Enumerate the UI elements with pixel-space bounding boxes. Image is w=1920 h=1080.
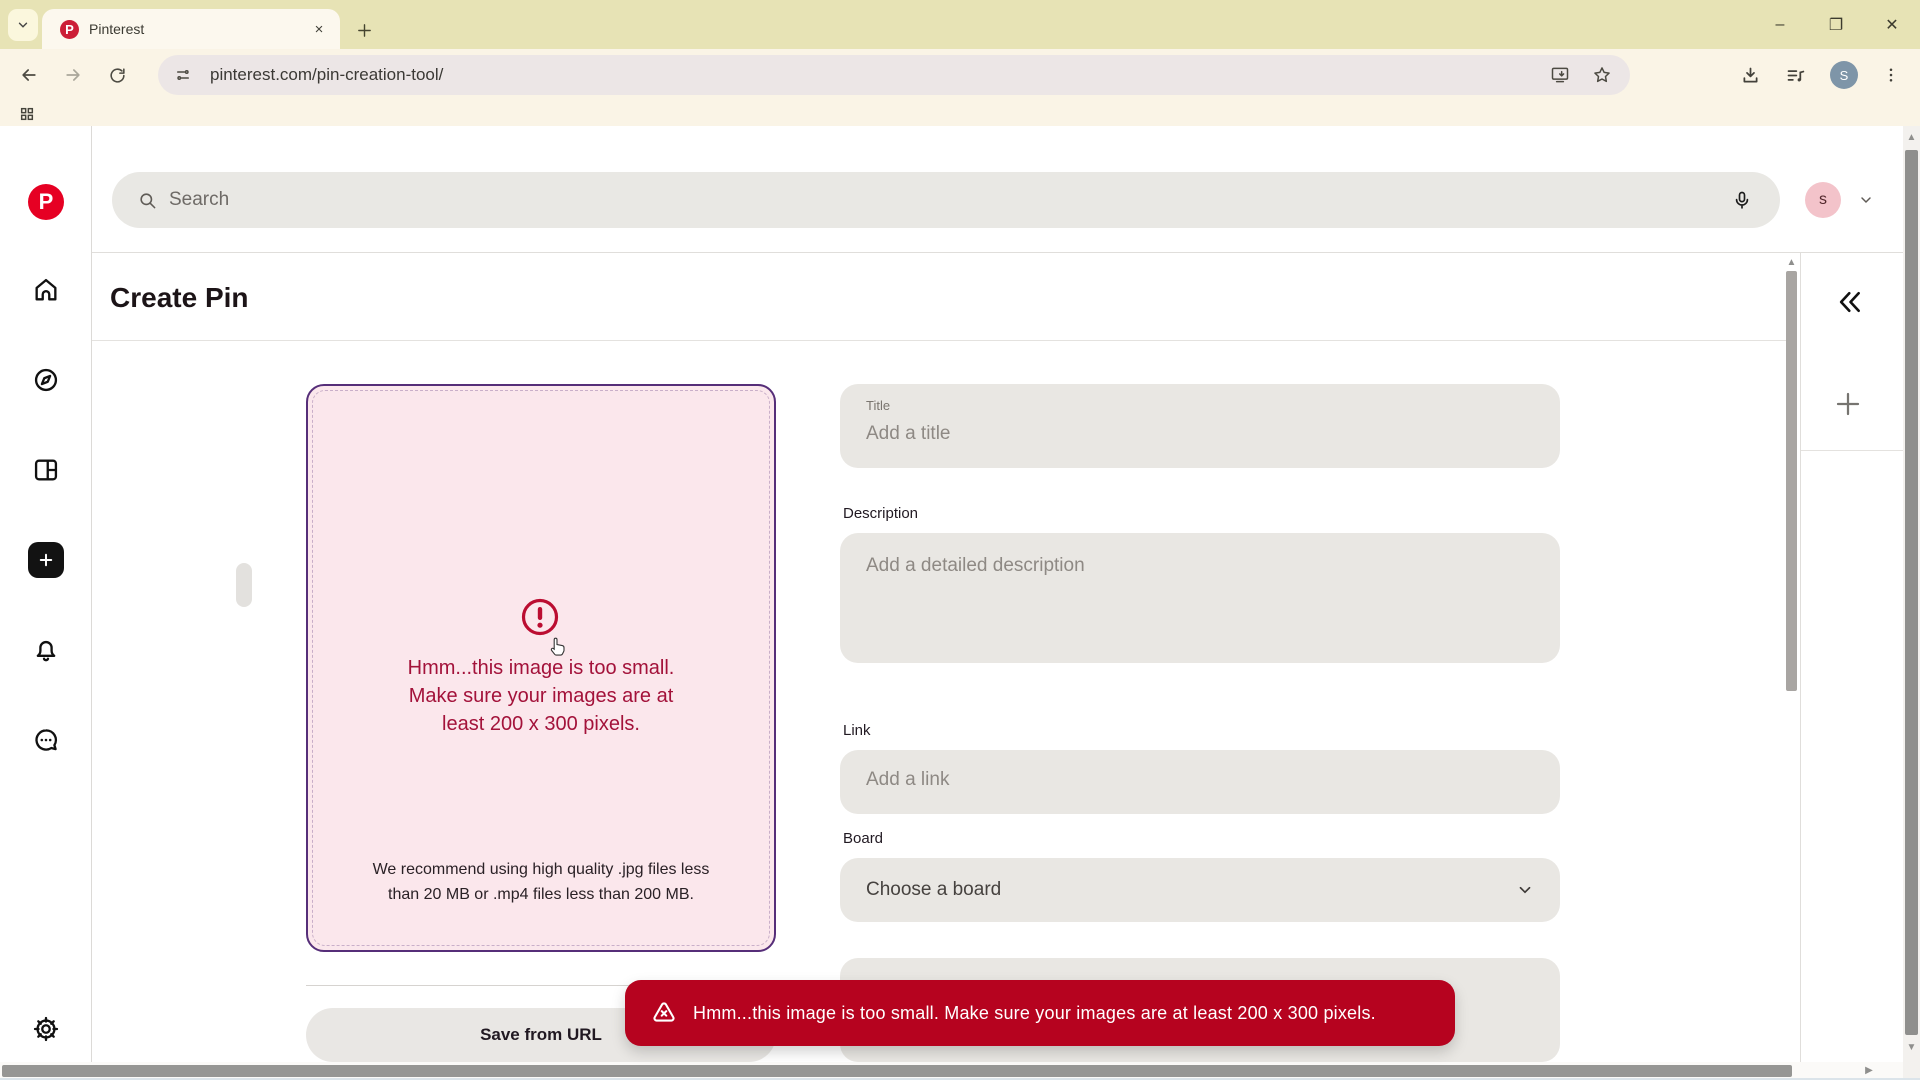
right-side-panel xyxy=(1800,253,1903,1064)
board-select-value: Choose a board xyxy=(866,879,1001,901)
upload-hint-line: We recommend using high quality .jpg fil… xyxy=(306,861,776,879)
media-controls-icon[interactable] xyxy=(1785,65,1806,86)
scroll-down-arrow[interactable]: ▼ xyxy=(1905,1042,1918,1054)
page-title: Create Pin xyxy=(110,282,249,314)
browser-profile-avatar[interactable]: S xyxy=(1830,61,1858,89)
window-close-button[interactable]: ✕ xyxy=(1878,12,1906,38)
tab-title: Pinterest xyxy=(89,21,310,37)
pinterest-logo-icon: P xyxy=(28,184,64,220)
header-divider xyxy=(92,252,1903,253)
warning-triangle-icon xyxy=(651,1000,677,1026)
description-field[interactable]: Add a detailed description xyxy=(840,533,1560,663)
title-field-placeholder: Add a title xyxy=(866,423,1534,445)
link-label: Link xyxy=(843,722,1143,739)
panel-add-icon[interactable] xyxy=(1830,386,1866,422)
scroll-up-arrow[interactable]: ▲ xyxy=(1905,132,1918,144)
upload-hint-line: than 20 MB or .mp4 files less than 200 M… xyxy=(306,886,776,904)
board-select[interactable]: Choose a board xyxy=(840,858,1560,922)
error-text-line: least 200 x 300 pixels. xyxy=(306,713,776,736)
description-placeholder: Add a detailed description xyxy=(866,555,1534,577)
pinterest-favicon-icon: P xyxy=(60,20,79,39)
nav-create-icon[interactable] xyxy=(0,536,92,584)
install-app-icon[interactable] xyxy=(1550,65,1570,85)
bookmark-star-icon[interactable] xyxy=(1592,65,1612,85)
title-divider xyxy=(92,340,1786,341)
close-tab-icon[interactable]: × xyxy=(310,20,328,38)
search-input[interactable]: Search xyxy=(112,172,1780,228)
back-button[interactable] xyxy=(12,58,46,92)
inner-scrollbar-thumb[interactable] xyxy=(1786,271,1797,691)
site-info-icon[interactable] xyxy=(174,66,192,84)
error-exclamation-icon xyxy=(520,597,560,637)
user-avatar[interactable]: s xyxy=(1805,182,1841,218)
account-chevron-down-icon[interactable] xyxy=(1852,190,1880,210)
address-bar[interactable]: pinterest.com/pin-creation-tool/ xyxy=(158,55,1630,95)
window-minimize-button[interactable]: – xyxy=(1766,12,1794,38)
tab-search-button[interactable] xyxy=(8,9,38,41)
new-tab-button[interactable] xyxy=(350,16,378,44)
horizontal-scrollbar-thumb[interactable] xyxy=(2,1065,1792,1077)
nav-explore-icon[interactable] xyxy=(0,356,92,404)
error-text-line: Hmm...this image is too small. xyxy=(306,657,776,680)
downloads-icon[interactable] xyxy=(1740,65,1761,86)
browser-tab-pinterest[interactable]: P Pinterest × xyxy=(42,9,340,49)
search-placeholder: Search xyxy=(169,189,1732,211)
vertical-scrollbar-thumb[interactable] xyxy=(1905,150,1918,1035)
link-placeholder: Add a link xyxy=(866,769,1534,791)
search-icon xyxy=(138,191,157,210)
title-field-label: Title xyxy=(866,398,1534,413)
error-text-line: Make sure your images are at xyxy=(306,685,776,708)
bookmarks-bar xyxy=(0,101,1920,126)
nav-settings-icon[interactable] xyxy=(0,1005,92,1053)
apps-grid-icon[interactable] xyxy=(16,103,38,125)
nav-notifications-icon[interactable] xyxy=(0,626,92,674)
panel-divider xyxy=(1801,450,1903,451)
drawer-handle[interactable] xyxy=(236,563,252,607)
nav-messages-icon[interactable] xyxy=(0,716,92,764)
scroll-right-arrow[interactable]: ▶ xyxy=(1862,1064,1876,1078)
create-plus-icon xyxy=(28,542,64,578)
toast-message: Hmm...this image is too small. Make sure… xyxy=(693,1003,1376,1024)
screen: P Pinterest × – ❐ ✕ pinterest.com/pin-cr… xyxy=(0,0,1920,1080)
board-chevron-down-icon xyxy=(1516,881,1534,899)
microphone-icon[interactable] xyxy=(1732,190,1752,210)
link-field[interactable]: Add a link xyxy=(840,750,1560,814)
pinterest-home-logo[interactable]: P xyxy=(0,178,92,226)
description-label: Description xyxy=(843,505,1143,522)
nav-boards-icon[interactable] xyxy=(0,446,92,494)
board-label: Board xyxy=(843,830,1143,847)
window-maximize-button[interactable]: ❐ xyxy=(1822,12,1850,38)
error-toast: Hmm...this image is too small. Make sure… xyxy=(625,980,1455,1046)
reload-button[interactable] xyxy=(100,58,134,92)
collapse-panel-icon[interactable] xyxy=(1828,284,1868,320)
browser-menu-icon[interactable] xyxy=(1882,66,1900,84)
chevron-down-icon xyxy=(16,18,30,32)
forward-button[interactable] xyxy=(56,58,90,92)
nav-home-icon[interactable] xyxy=(0,266,92,314)
url-text[interactable]: pinterest.com/pin-creation-tool/ xyxy=(210,65,1550,85)
title-field[interactable]: Title Add a title xyxy=(840,384,1560,468)
inner-scroll-up-arrow[interactable]: ▲ xyxy=(1785,256,1798,268)
